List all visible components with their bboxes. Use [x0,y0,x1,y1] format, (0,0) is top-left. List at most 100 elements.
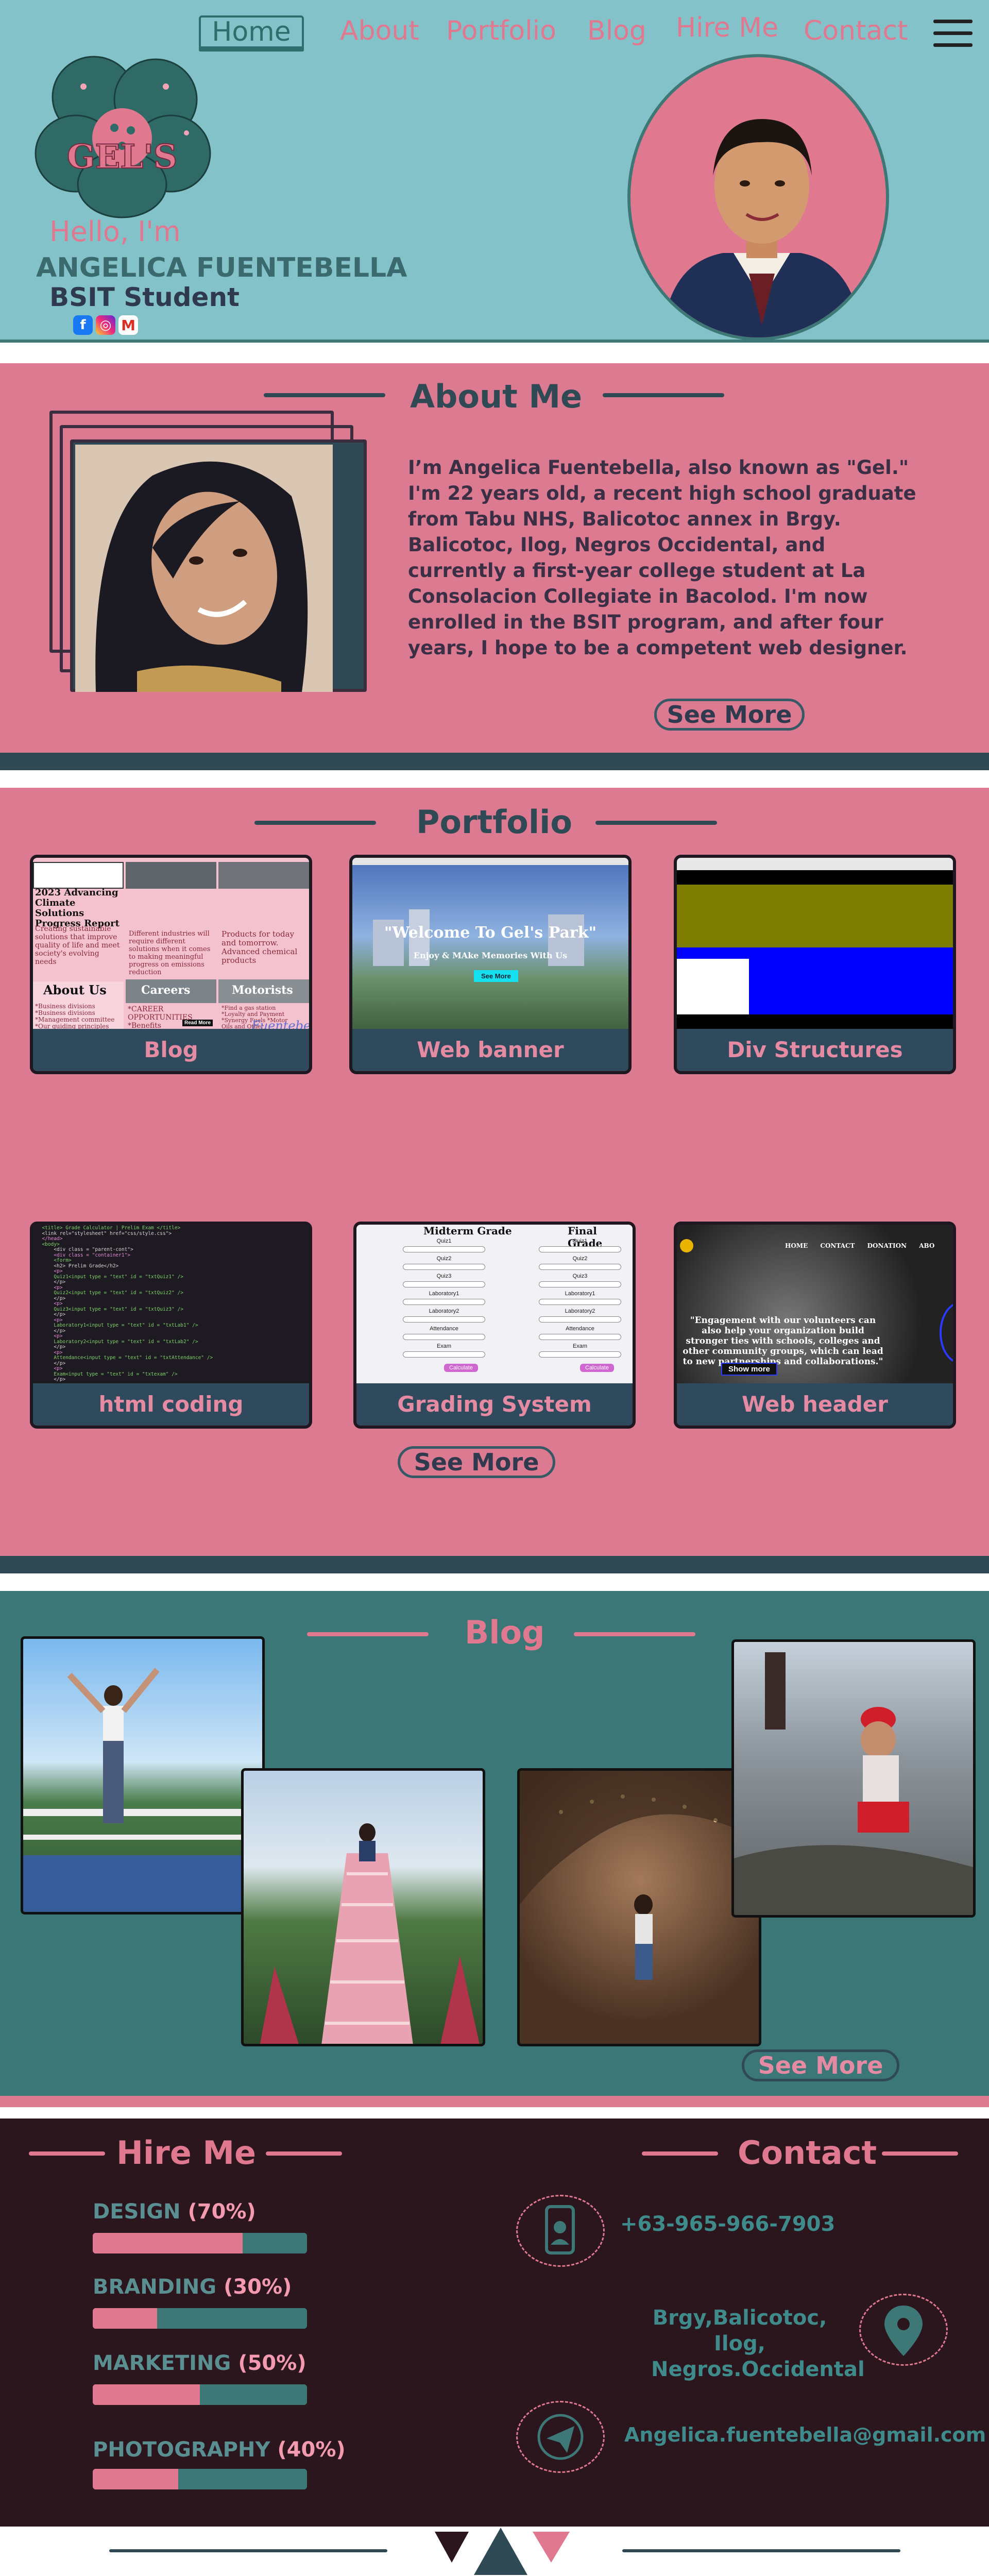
phone-icon[interactable] [516,2195,605,2267]
code-line: </head> [36,1236,63,1242]
about-section: About Me I’m Angelica Fuentebella, also … [0,363,989,770]
grade-field-input[interactable] [539,1299,621,1305]
grade-field-label: Exam [436,1343,452,1349]
photo-mountain-viewpoint[interactable] [21,1636,265,1914]
blog-title-line-right [574,1632,695,1636]
photo-mudflat[interactable] [731,1639,976,1918]
grade-field-label: Quiz1 [436,1238,452,1244]
about-see-more-button[interactable]: See More [654,699,805,731]
portfolio-see-more-button[interactable]: See More [398,1446,555,1478]
skill-label-branding: BRANDING (30%) [93,2275,292,2299]
instagram-icon[interactable]: ◎ [96,315,115,335]
send-icon[interactable] [516,2401,605,2473]
bottom-line-right [622,2549,900,2552]
grade-field-input[interactable] [539,1264,621,1270]
portfolio-card-html-coding[interactable]: <title> Grade Calculator | Prelim Exam <… [30,1222,312,1429]
code-line: <div class = "container1"> [36,1252,131,1258]
grade-field-input[interactable] [403,1351,485,1358]
grade-field-label: Quiz3 [436,1273,452,1279]
nav-blog-link[interactable]: Blog [587,15,646,46]
portfolio-caption-div-structures: Div Structures [677,1029,953,1071]
code-line: <link rel="stylesheet" href="css/style.c… [36,1230,172,1236]
portfolio-caption-web-banner: Web banner [352,1029,628,1071]
skill-bar-design [93,2233,307,2253]
photo-cave[interactable] [517,1768,761,2046]
grade-field-label: Quiz1 [572,1238,588,1244]
grade-field-input[interactable] [539,1316,621,1323]
location-pin-icon[interactable] [859,2294,948,2366]
nav-about-link[interactable]: About [340,15,419,46]
nav-hire-me-link[interactable]: Hire Me [676,12,778,43]
web-header-thumbnail: HOME CONTACT DONATION ABO "Engagement wi… [677,1225,953,1386]
grade-field-input[interactable] [539,1351,621,1358]
header-thumb-nav-item: ABO [919,1242,935,1249]
pink-triangle-icon [533,2532,570,2563]
grade-field-label: Quiz2 [436,1256,452,1262]
bottom-line-left [109,2549,387,2552]
code-line: <title> Grade Calculator | Prelim Exam <… [36,1225,181,1231]
facebook-icon[interactable]: f [73,315,93,335]
header-thumb-nav-item: CONTACT [820,1242,867,1249]
grade-field-input[interactable] [403,1334,485,1340]
code-line: </p> [36,1312,66,1317]
grade-field-label: Exam [572,1343,588,1349]
portfolio-section: Portfolio 2023 Advancing Climate Solutio… [0,788,989,1573]
grade-field-input[interactable] [403,1246,485,1252]
portfolio-card-blog[interactable]: 2023 Advancing Climate Solutions Progres… [30,855,312,1074]
bottom-bar [0,2527,989,2576]
grade-field-input[interactable] [539,1281,621,1287]
hire-title-line-left [29,2151,105,2156]
skill-bar-marketing [93,2384,307,2405]
grading-system-thumbnail: Midterm Grade Final Grade Quiz1 Quiz2 Quiz… [356,1225,633,1386]
code-line: Quiz2<input type = "text" id = "txtQuiz2… [36,1290,183,1296]
grade-field-input[interactable] [403,1299,485,1305]
portfolio-caption-grading-system: Grading System [356,1383,633,1426]
grade-field-label: Attendance [566,1326,594,1332]
hire-contact-section: Hire Me Contact DESIGN (70%) BRANDING (3… [0,2119,989,2527]
portfolio-card-grading-system[interactable]: Midterm Grade Final Grade Quiz1 Quiz2 Quiz… [353,1222,636,1429]
code-line: <p> [36,1301,63,1307]
blog-title: Blog [465,1614,545,1651]
portfolio-card-web-banner[interactable]: "Welcome To Gel's Park" Enjoy & MAke Mem… [349,855,632,1074]
dark-triangle-icon [435,2532,469,2563]
hire-title-line-right [266,2151,342,2156]
grade-field-input[interactable] [539,1246,621,1252]
div-structures-thumbnail [677,858,953,1032]
photo-pink-stairway[interactable] [241,1768,485,2046]
grade-field-input[interactable] [539,1334,621,1340]
contact-title-line-left [642,2151,718,2156]
about-title-line-left [264,393,385,397]
html-code-thumbnail: <title> Grade Calculator | Prelim Exam <… [33,1225,309,1386]
teal-triangle-icon[interactable] [473,2527,528,2576]
about-paragraph: I’m Angelica Fuentebella, also known as … [408,456,916,659]
grade-field-label: Laboratory1 [429,1291,459,1297]
contact-address: Brgy,Balicotoc, Ilog, Negros.Occidental [651,2306,865,2381]
portfolio-card-div-structures[interactable]: Div Structures [674,855,956,1074]
contact-email[interactable]: Angelica.fuentebella@gmail.com [624,2424,986,2446]
blog-see-more-button[interactable]: See More [742,2049,899,2081]
grade-field-input[interactable] [403,1281,485,1287]
code-line: <form> [36,1258,72,1263]
gmail-icon[interactable]: M [118,315,138,335]
portfolio-card-web-header[interactable]: HOME CONTACT DONATION ABO "Engagement wi… [674,1222,956,1429]
portfolio-title-line-left [254,821,376,825]
nav-contact-link[interactable]: Contact [804,15,908,46]
nav-home-link[interactable]: Home [199,15,304,49]
contact-phone[interactable]: +63-965-966-7903 [620,2212,835,2236]
nav-portfolio-link[interactable]: Portfolio [446,15,556,46]
code-line: <p> [36,1268,63,1274]
about-title-line-right [603,393,724,397]
skill-label-design: DESIGN (70%) [93,2200,256,2224]
grade-field-label: Quiz2 [572,1256,588,1262]
grade-field-input[interactable] [403,1264,485,1270]
grade-field-label: Laboratory2 [429,1308,459,1314]
hamburger-menu-icon[interactable] [933,20,973,52]
grade-field-input[interactable] [403,1316,485,1323]
skill-label-marketing: MARKETING (50%) [93,2351,306,2375]
logo-text: GEL'S [67,138,177,176]
web-banner-thumbnail: "Welcome To Gel's Park" Enjoy & MAke Mem… [352,858,628,1032]
header-thumb-nav-item: HOME [785,1242,821,1249]
code-line: </p> [36,1344,66,1350]
blog-thumbnail: 2023 Advancing Climate Solutions Progres… [33,858,309,1032]
code-line: </p> [36,1377,66,1382]
